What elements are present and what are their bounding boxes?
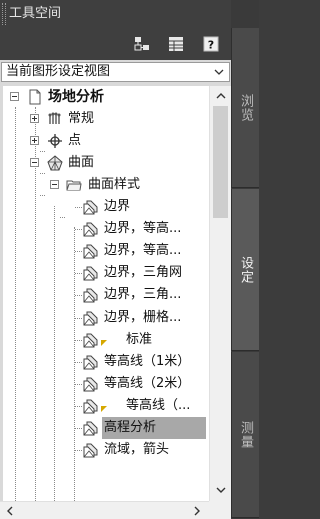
surface-style-icon — [82, 376, 98, 392]
style-label: 等高线（... — [126, 397, 191, 413]
selected-style-label: 高程分析 — [102, 417, 206, 439]
style-label: 边界，等高... — [104, 221, 182, 237]
surface-style-icon — [82, 442, 98, 458]
tree-item-surface-styles[interactable]: 曲面样式 — [0, 174, 209, 196]
vertical-scrollbar[interactable] — [209, 86, 231, 501]
tree-item-label: 曲面 — [68, 155, 95, 170]
toolspace-panel: ? 当前图形设定视图 场地分析 常规 点 曲面 曲面样式 边界 边界，等高...… — [0, 28, 231, 519]
horizontal-scrollbar[interactable] — [0, 501, 209, 519]
in-use-marker-icon — [101, 398, 107, 412]
tree-item-style[interactable]: 等高线（... — [0, 395, 209, 417]
tree-item-label: 曲面样式 — [88, 177, 141, 192]
general-icon — [47, 111, 63, 127]
scroll-left-icon[interactable] — [4, 505, 16, 517]
tree-item-point[interactable]: 点 — [0, 130, 209, 152]
tree-root[interactable]: 场地分析 — [0, 86, 209, 108]
tab-survey-label: 测量 — [238, 420, 253, 449]
tree-item-style[interactable]: 边界 — [0, 196, 209, 218]
tree-item-style[interactable]: 边界，三角... — [0, 284, 209, 306]
surface-style-icon — [82, 420, 98, 436]
point-icon — [47, 133, 63, 149]
table-icon[interactable] — [168, 36, 184, 52]
toolbar: ? — [0, 28, 231, 60]
tree-item-style[interactable]: 等高线（2米） — [0, 373, 209, 395]
help-label: ? — [208, 39, 214, 52]
tab-settings[interactable]: 设定 — [231, 189, 259, 351]
expand-icon[interactable] — [30, 114, 39, 123]
style-label: 边界，三角... — [104, 287, 182, 303]
scroll-right-icon[interactable] — [191, 505, 203, 517]
expand-icon[interactable] — [30, 136, 39, 145]
tree-item-style[interactable]: 流域，箭头 — [0, 439, 209, 461]
tab-prospector-label: 浏览 — [238, 93, 253, 122]
tree-item-style[interactable]: 边界，三角网 — [0, 262, 209, 284]
title-bar[interactable]: 工具空间 — [0, 0, 231, 28]
grid-icon[interactable] — [134, 36, 150, 52]
tree-item-label: 点 — [68, 133, 82, 148]
tree-item-style[interactable]: 边界，等高... — [0, 218, 209, 240]
tree-item-label: 常规 — [68, 111, 95, 126]
scroll-down-icon[interactable] — [215, 484, 227, 496]
style-label: 流域，箭头 — [104, 442, 170, 458]
drawing-icon — [27, 89, 43, 105]
collapse-icon[interactable] — [10, 92, 19, 101]
surface-style-icon — [82, 310, 98, 326]
style-label: 边界，三角网 — [104, 265, 183, 281]
style-label: 边界，等高... — [104, 243, 182, 259]
chevron-down-icon[interactable] — [214, 67, 224, 77]
surface-style-icon — [82, 398, 98, 414]
tree-item-style[interactable]: 高程分析 — [0, 417, 209, 439]
tree-item-surface[interactable]: 曲面 — [0, 152, 209, 174]
tab-prospector[interactable]: 浏览 — [231, 28, 259, 188]
style-label: 边界 — [104, 199, 131, 214]
help-icon[interactable]: ? — [203, 36, 219, 52]
tab-survey[interactable]: 测量 — [231, 352, 259, 518]
style-label: 等高线（1米） — [104, 353, 191, 369]
in-use-marker-icon — [101, 332, 107, 346]
window-title: 工具空间 — [9, 6, 62, 21]
tree-item-style[interactable]: 标准 — [0, 329, 209, 351]
scroll-thumb[interactable] — [213, 106, 228, 218]
surface-icon — [47, 155, 63, 171]
surface-style-icon — [82, 265, 98, 281]
style-label: 标准 — [126, 331, 153, 347]
scroll-up-icon[interactable] — [215, 90, 227, 102]
style-label: 等高线（2米） — [104, 375, 191, 391]
collapse-icon[interactable] — [30, 158, 39, 167]
tree-root-label: 场地分析 — [48, 89, 104, 105]
surface-style-icon — [82, 221, 98, 237]
side-tab-strip: 浏览 设定 测量 — [231, 0, 259, 519]
drag-grip-icon[interactable] — [2, 3, 6, 25]
style-label: 边界，栅格... — [104, 309, 182, 325]
tab-settings-label: 设定 — [238, 255, 253, 284]
tree-item-style[interactable]: 边界，等高... — [0, 240, 209, 262]
surface-style-icon — [82, 243, 98, 259]
tree-item-style[interactable]: 等高线（1米） — [0, 351, 209, 373]
surface-style-icon — [82, 199, 98, 215]
surface-style-icon — [82, 287, 98, 303]
collapse-icon[interactable] — [50, 180, 59, 189]
view-selector-value: 当前图形设定视图 — [6, 64, 111, 79]
tree-item-general[interactable]: 常规 — [0, 108, 209, 130]
settings-tree: 场地分析 常规 点 曲面 曲面样式 边界边界，等高... 边界，等高... 边界，三… — [0, 86, 231, 519]
tree-item-style[interactable]: 边界，栅格... — [0, 307, 209, 329]
folder-icon — [66, 177, 82, 193]
surface-style-icon — [82, 332, 98, 348]
view-selector[interactable]: 当前图形设定视图 — [1, 62, 230, 82]
surface-style-icon — [82, 354, 98, 370]
